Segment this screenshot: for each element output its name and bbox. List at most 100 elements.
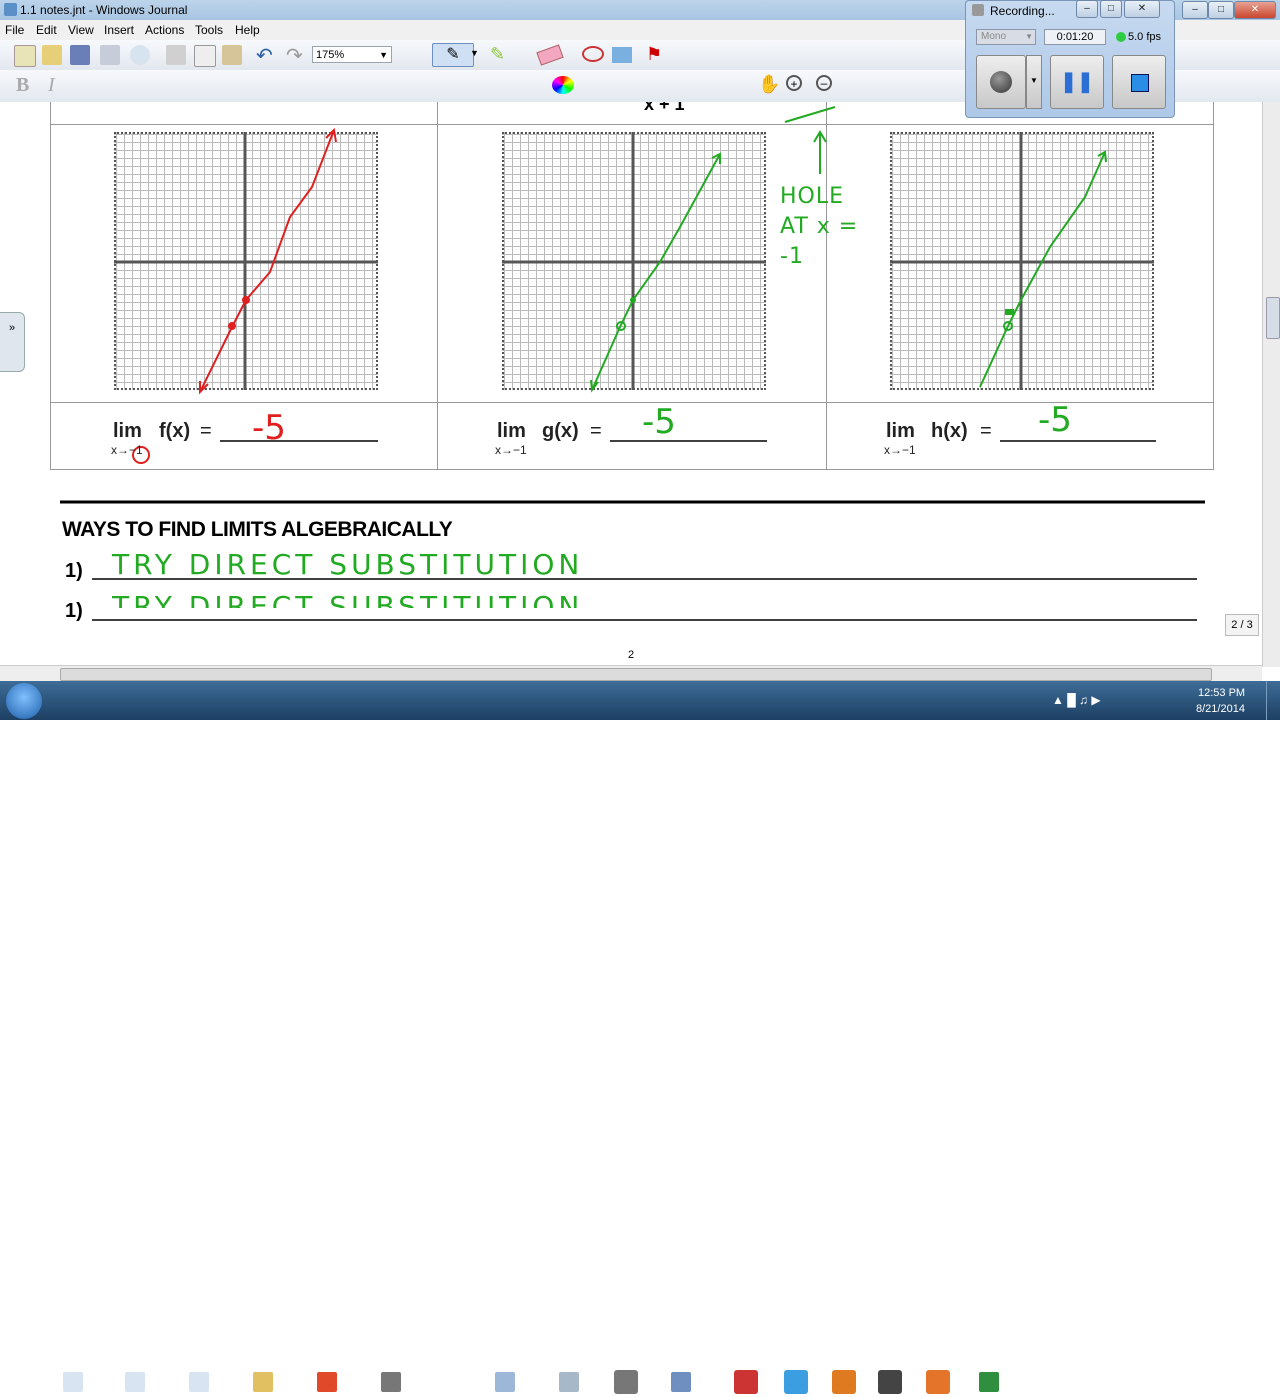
find-icon[interactable] <box>130 45 150 65</box>
redo-icon[interactable]: ↷ <box>286 43 303 68</box>
taskbar-item[interactable]: P... <box>310 1366 368 1397</box>
chevron-down-icon: ▼ <box>379 50 388 60</box>
limit-h-sub: x→−1 <box>884 443 916 457</box>
paste-icon[interactable] <box>222 45 242 65</box>
eraser-icon[interactable] <box>536 44 564 66</box>
recorder-mode-select[interactable]: Mono ▼ <box>976 29 1036 45</box>
taskbar-item-label: C... <box>281 1375 299 1387</box>
limit-h-lim: lim <box>886 420 915 442</box>
taskbar-item-label: D... <box>217 1375 235 1387</box>
insert-space-icon[interactable] <box>612 47 632 63</box>
taskbar-item-label: pr... <box>153 1375 172 1387</box>
page-indicator: 2 / 3 <box>1225 614 1259 636</box>
item-2-answer: TRY DIRECT SUBSTITUTION <box>112 590 584 608</box>
taskbar-item[interactable]: M... <box>972 1366 1030 1397</box>
taskbar-item[interactable]: R... <box>552 1366 610 1397</box>
italic-icon[interactable]: I <box>48 74 55 97</box>
zoom-select[interactable]: 175% ▼ <box>312 46 392 63</box>
new-note-icon[interactable] <box>14 45 36 67</box>
taskbar-item[interactable]: TI... <box>374 1366 432 1397</box>
flag-icon[interactable]: ⚑ <box>646 44 662 65</box>
pen-dropdown-icon[interactable]: ▼ <box>470 48 479 58</box>
limit-f-answer: -5 <box>252 408 286 448</box>
menu-insert[interactable]: Insert <box>104 23 134 37</box>
record-dropdown[interactable]: ▼ <box>1026 55 1042 109</box>
journal-app-icon <box>4 3 17 16</box>
item-1-number: 1) <box>65 560 83 582</box>
hand-pan-icon[interactable]: ✋ <box>758 74 780 95</box>
limit-g-fn: g(x) <box>542 420 579 442</box>
minimize-button[interactable]: – <box>1182 1 1208 19</box>
window-title: 1.1 notes.jnt - Windows Journal <box>20 3 188 17</box>
taskbar-item-label: R... <box>587 1375 605 1387</box>
pen-tool-icon[interactable]: ✎ <box>432 43 474 67</box>
record-icon <box>990 71 1012 93</box>
horizontal-scrollbar[interactable] <box>0 665 1262 682</box>
pen-settings-icon[interactable] <box>552 76 574 94</box>
menu-file[interactable]: File <box>5 23 24 37</box>
hscroll-thumb[interactable] <box>60 668 1212 681</box>
pinned-app-icon[interactable] <box>784 1370 808 1394</box>
pause-icon: ❚❚ <box>1060 71 1094 93</box>
menu-tools[interactable]: Tools <box>195 23 223 37</box>
menu-help[interactable]: Help <box>235 23 260 37</box>
taskbar-app-icon <box>125 1372 145 1392</box>
recorder-title: Recording... <box>990 4 1055 18</box>
taskbar-item[interactable]: pr... <box>118 1366 178 1397</box>
taskbar-item[interactable]: 1... <box>56 1366 114 1397</box>
cut-icon[interactable] <box>166 45 186 65</box>
taskbar-item[interactable]: C... <box>246 1366 304 1397</box>
recorder-minimize-button[interactable]: – <box>1076 0 1098 18</box>
selection-tool-icon[interactable] <box>582 46 604 62</box>
bold-icon[interactable]: B <box>16 74 29 97</box>
open-icon[interactable] <box>42 45 62 65</box>
recorder-maximize-button[interactable]: □ <box>1100 0 1122 18</box>
recorder-close-button[interactable]: ✕ <box>1124 0 1160 18</box>
taskbar-item[interactable]: 1... <box>664 1366 722 1397</box>
pause-button[interactable]: ❚❚ <box>1050 55 1104 109</box>
section-heading: WAYS TO FIND LIMITS ALGEBRAICALLY <box>62 518 453 541</box>
menu-edit[interactable]: Edit <box>36 23 57 37</box>
close-button[interactable]: ✕ <box>1234 1 1276 19</box>
stop-button[interactable] <box>1112 55 1166 109</box>
recorder-window[interactable]: Recording... – □ ✕ Mono ▼ 0:01:20 5.0 fp… <box>965 0 1175 118</box>
journal-page[interactable]: x + 1 HOLE AT x = -1 lim x→−1 f(x) = -5 … <box>0 102 1262 642</box>
taskbar-item[interactable]: N... <box>488 1366 546 1397</box>
vertical-scrollbar[interactable] <box>1262 102 1280 667</box>
limit-h-answer: -5 <box>1038 400 1072 440</box>
menu-actions[interactable]: Actions <box>145 23 184 37</box>
taskbar-item-label: M... <box>1007 1375 1026 1387</box>
zoom-out-icon[interactable]: – <box>816 75 832 91</box>
pinned-app-icon[interactable] <box>614 1370 638 1394</box>
print-icon[interactable] <box>100 45 120 65</box>
item-2-number: 1) <box>65 600 83 622</box>
clock-time[interactable]: 12:53 PM <box>1198 687 1245 699</box>
highlighter-icon[interactable]: ✎ <box>490 44 505 65</box>
taskbar-app-icon <box>253 1372 273 1392</box>
side-panel-toggle[interactable]: » <box>0 312 25 372</box>
pinned-app-icon[interactable] <box>734 1370 758 1394</box>
pinned-app-icon[interactable] <box>926 1370 950 1394</box>
limit-g-sub: x→−1 <box>495 443 527 457</box>
limit-f-eq: = <box>200 420 212 442</box>
limit-f-lim: lim <box>113 420 142 442</box>
scroll-thumb[interactable] <box>1266 297 1280 339</box>
record-button[interactable] <box>976 55 1026 109</box>
limit-g-lim: lim <box>497 420 526 442</box>
taskbar-item-label: TI... <box>409 1375 428 1387</box>
hole-note: HOLE AT x = -1 <box>780 184 859 269</box>
show-desktop-button[interactable] <box>1266 681 1280 720</box>
undo-icon[interactable]: ↶ <box>256 43 273 68</box>
taskbar-item-label: 1... <box>699 1375 715 1387</box>
maximize-button[interactable]: □ <box>1208 1 1234 19</box>
menu-view[interactable]: View <box>68 23 94 37</box>
pinned-app-icon[interactable] <box>878 1370 902 1394</box>
clock-date[interactable]: 8/21/2014 <box>1196 703 1245 715</box>
taskbar-app-icon <box>189 1372 209 1392</box>
start-button[interactable] <box>6 683 42 719</box>
copy-icon[interactable] <box>194 45 216 67</box>
save-icon[interactable] <box>70 45 90 65</box>
pinned-app-icon[interactable] <box>832 1370 856 1394</box>
taskbar-item[interactable]: D... <box>182 1366 240 1397</box>
zoom-in-icon[interactable]: + <box>786 75 802 91</box>
